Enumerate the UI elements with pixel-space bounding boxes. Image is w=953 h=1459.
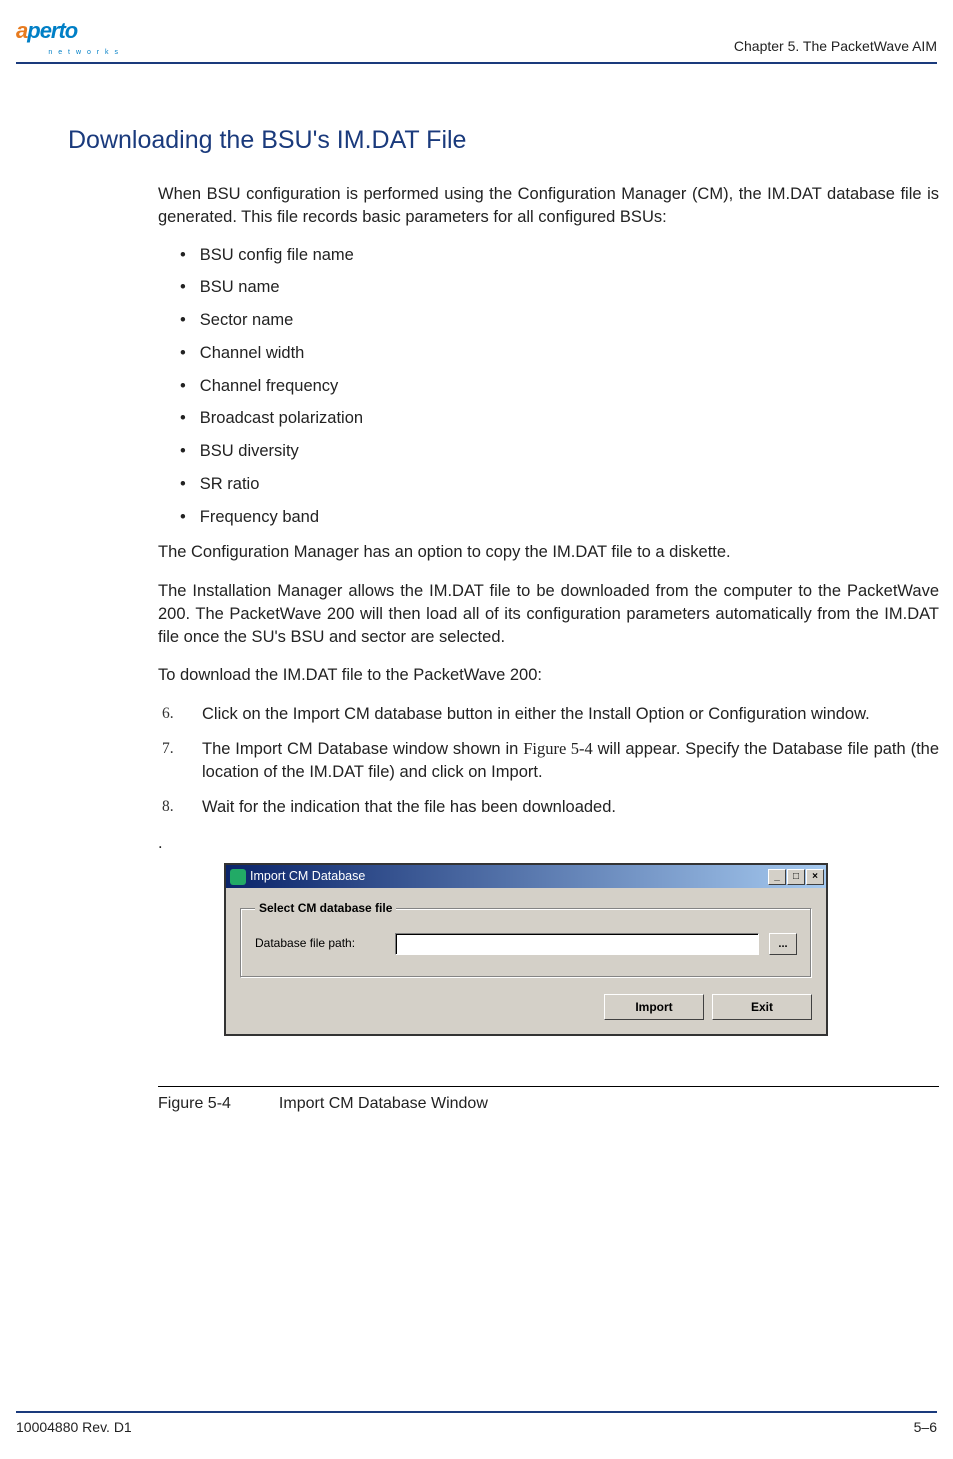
step-number: 7. [162,738,202,784]
database-file-path-label: Database file path: [255,935,385,952]
install-manager-paragraph: The Installation Manager allows the IM.D… [158,580,939,648]
intro-paragraph: When BSU configuration is performed usin… [158,183,939,229]
section-heading: Downloading the BSU's IM.DAT File [68,126,939,155]
figure-number: Figure 5-4 [158,1093,231,1115]
copy-diskette-paragraph: The Configuration Manager has an option … [158,541,939,564]
download-steps-intro: To download the IM.DAT file to the Packe… [158,664,939,687]
page-number: 5–6 [914,1419,937,1435]
list-item: Broadcast polarization [180,402,939,435]
chapter-label: Chapter 5. The PacketWave AIM [734,38,937,54]
figure-5-4-image: Import CM Database _ □ × Select CM datab… [224,863,828,1036]
exit-button[interactable]: Exit [712,994,812,1020]
select-cm-database-group: Select CM database file Database file pa… [240,900,812,978]
step-text: The Import CM Database window shown in F… [202,738,939,784]
import-cm-database-dialog: Import CM Database _ □ × Select CM datab… [224,863,828,1036]
list-item: BSU name [180,271,939,304]
download-steps: 6. Click on the Import CM database butto… [158,697,939,824]
footer-rule [16,1411,937,1413]
list-item: Frequency band [180,501,939,534]
list-item: Sector name [180,304,939,337]
dialog-titlebar: Import CM Database _ □ × [226,865,826,888]
step-text: Wait for the indication that the file ha… [202,796,939,819]
step-6: 6. Click on the Import CM database butto… [162,697,939,732]
doc-revision: 10004880 Rev. D1 [16,1419,132,1435]
logo-subtext: n e t w o r k s [48,49,120,56]
bsu-param-list: BSU config file name BSU name Sector nam… [158,239,939,534]
list-item: Channel frequency [180,370,939,403]
close-button[interactable]: × [806,869,824,885]
figure-rule [158,1086,939,1088]
dialog-title-text: Import CM Database [250,868,365,885]
maximize-button[interactable]: □ [787,869,805,885]
list-item: SR ratio [180,468,939,501]
step-8: 8. Wait for the indication that the file… [162,790,939,825]
figure-crossref: Figure 5-4 [523,739,593,758]
step-number: 6. [162,703,202,726]
figure-caption: Figure 5-4 Import CM Database Window [158,1093,939,1115]
list-item: Channel width [180,337,939,370]
database-file-path-input[interactable] [395,933,759,955]
list-item: BSU diversity [180,435,939,468]
import-button[interactable]: Import [604,994,704,1020]
list-item: BSU config file name [180,239,939,272]
minimize-button[interactable]: _ [768,869,786,885]
brand-logo: aperto n e t w o r k s [16,18,120,54]
dialog-icon [230,869,246,885]
figure-title: Import CM Database Window [279,1093,488,1115]
stray-period: . [158,832,939,855]
group-legend: Select CM database file [255,900,396,917]
step-number: 8. [162,796,202,819]
step-7: 7. The Import CM Database window shown i… [162,732,939,790]
step-text: Click on the Import CM database button i… [202,703,939,726]
browse-button[interactable]: ... [769,933,797,955]
